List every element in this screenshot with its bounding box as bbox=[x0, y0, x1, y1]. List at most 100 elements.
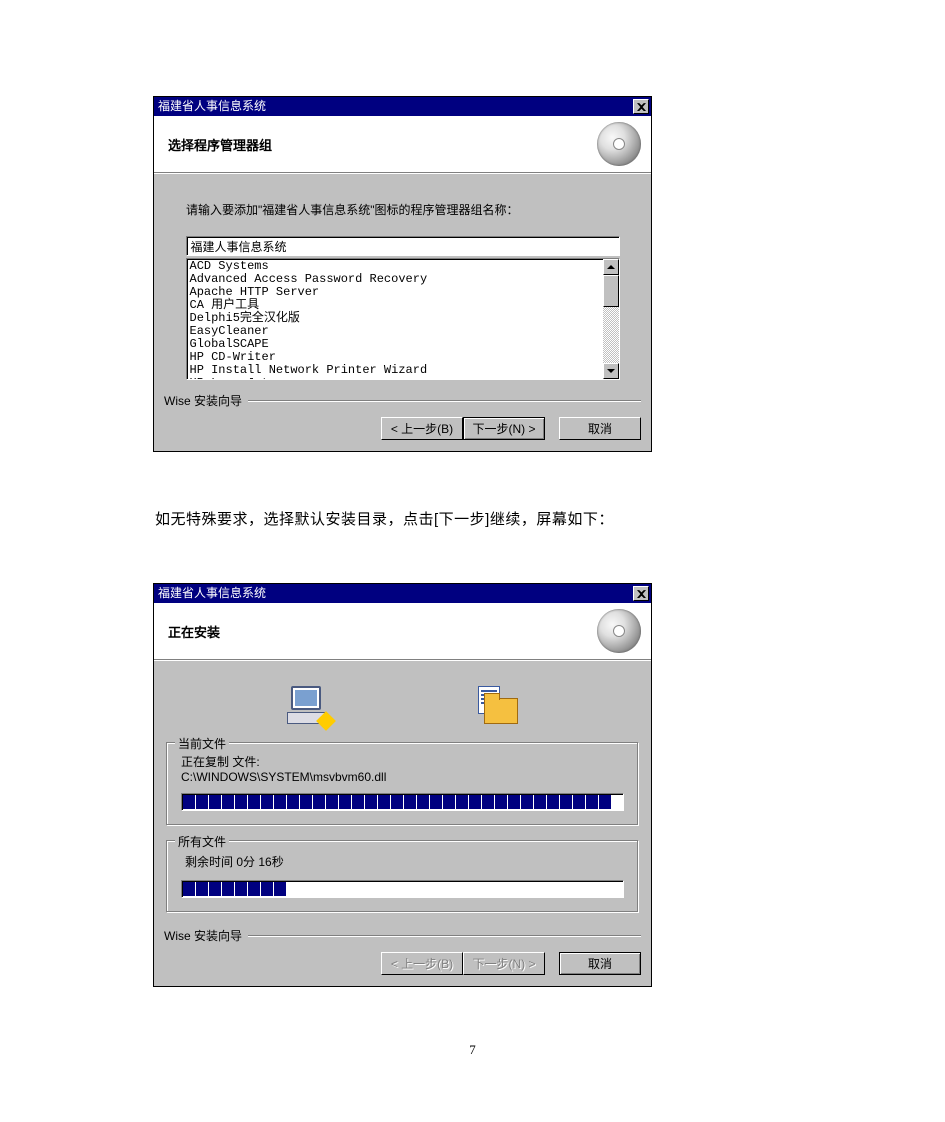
disc-icon bbox=[597, 609, 641, 653]
progress-segment bbox=[287, 795, 299, 809]
progress-segment bbox=[547, 795, 559, 809]
copying-text: 正在复制 文件: C:\WINDOWS\SYSTEM\msvbvm60.dll bbox=[181, 755, 624, 785]
wizard-label: Wise 安装向导 bbox=[164, 927, 242, 944]
progress-segment bbox=[196, 795, 208, 809]
list-item[interactable]: HP LaserJet bbox=[190, 377, 600, 379]
cancel-button[interactable]: 取消 bbox=[559, 417, 641, 440]
progress-segment bbox=[378, 795, 390, 809]
input-value: 福建人事信息系统 bbox=[191, 238, 287, 255]
progress-segment bbox=[339, 795, 351, 809]
progress-segment bbox=[391, 795, 403, 809]
divider bbox=[248, 400, 641, 402]
next-button[interactable]: 下一步(N) > bbox=[463, 417, 545, 440]
window-title: 福建省人事信息系统 bbox=[158, 97, 266, 116]
wizard-label: Wise 安装向导 bbox=[164, 392, 242, 409]
all-files-group: 所有文件 剩余时间 0分 16秒 bbox=[166, 840, 639, 913]
progress-segment bbox=[404, 795, 416, 809]
close-button[interactable] bbox=[633, 586, 649, 601]
progress-segment bbox=[365, 795, 377, 809]
wizard-legend: Wise 安装向导 bbox=[154, 392, 651, 409]
close-button[interactable] bbox=[633, 99, 649, 114]
remaining-time: 剩余时间 0分 16秒 bbox=[185, 853, 624, 870]
scrollbar[interactable] bbox=[603, 259, 619, 379]
progress-segment bbox=[300, 795, 312, 809]
copying-path: C:\WINDOWS\SYSTEM\msvbvm60.dll bbox=[181, 770, 386, 784]
progress-segment bbox=[495, 795, 507, 809]
progress-segment bbox=[209, 882, 221, 896]
dialog-installing: 福建省人事信息系统 正在安装 当前文件 正在复制 文件: C:\WINDOWS\… bbox=[153, 583, 652, 987]
progress-segment bbox=[586, 795, 598, 809]
instruction-text: 请输入要添加"福建省人事信息系统"图标的程序管理器组名称： bbox=[186, 201, 623, 218]
cancel-button[interactable]: 取消 bbox=[559, 952, 641, 975]
progress-segment bbox=[521, 795, 533, 809]
progress-segment bbox=[456, 795, 468, 809]
dialog-body: 请输入要添加"福建省人事信息系统"图标的程序管理器组名称： 福建人事信息系统 A… bbox=[154, 173, 651, 380]
narrative-text: 如无特殊要求，选择默认安装目录，点击[下一步]继续，屏幕如下： bbox=[155, 508, 793, 529]
progress-segment bbox=[443, 795, 455, 809]
group-name-input[interactable]: 福建人事信息系统 bbox=[186, 236, 620, 256]
progress-segment bbox=[326, 795, 338, 809]
progress-segment bbox=[534, 795, 546, 809]
computer-icon bbox=[285, 686, 331, 728]
progress-segment bbox=[235, 882, 247, 896]
folder-icon bbox=[474, 686, 520, 728]
close-icon bbox=[637, 590, 646, 598]
progress-segment bbox=[209, 795, 221, 809]
progress-segment bbox=[352, 795, 364, 809]
titlebar: 福建省人事信息系统 bbox=[154, 584, 651, 603]
current-file-progress bbox=[181, 793, 624, 811]
dialog-heading: 选择程序管理器组 bbox=[168, 135, 272, 154]
scroll-thumb[interactable] bbox=[603, 275, 619, 307]
scroll-down-button[interactable] bbox=[603, 363, 619, 379]
dialog-heading: 正在安装 bbox=[168, 622, 220, 641]
titlebar: 福建省人事信息系统 bbox=[154, 97, 651, 116]
current-file-group: 当前文件 正在复制 文件: C:\WINDOWS\SYSTEM\msvbvm60… bbox=[166, 742, 639, 826]
progress-segment bbox=[196, 882, 208, 896]
progress-segment bbox=[469, 795, 481, 809]
scroll-up-button[interactable] bbox=[603, 259, 619, 275]
divider bbox=[248, 935, 641, 937]
button-row: < 上一步(B) 下一步(N) > 取消 bbox=[154, 409, 651, 451]
copying-label: 正在复制 文件: bbox=[181, 755, 260, 769]
progress-segment bbox=[222, 795, 234, 809]
next-button: 下一步(N) > bbox=[463, 952, 545, 975]
progress-segment bbox=[274, 882, 286, 896]
back-button: < 上一步(B) bbox=[381, 952, 463, 975]
group-legend: 所有文件 bbox=[175, 833, 229, 850]
header-strip: 选择程序管理器组 bbox=[154, 116, 651, 173]
wizard-legend: Wise 安装向导 bbox=[154, 927, 651, 944]
list-items: ACD SystemsAdvanced Access Password Reco… bbox=[187, 259, 603, 379]
progress-segment bbox=[430, 795, 442, 809]
progress-segment bbox=[183, 882, 195, 896]
progress-segment bbox=[599, 795, 611, 809]
progress-segment bbox=[274, 795, 286, 809]
dialog-program-group: 福建省人事信息系统 选择程序管理器组 请输入要添加"福建省人事信息系统"图标的程… bbox=[153, 96, 652, 452]
progress-segment bbox=[573, 795, 585, 809]
back-button[interactable]: < 上一步(B) bbox=[381, 417, 463, 440]
close-icon bbox=[637, 103, 646, 111]
overall-progress bbox=[181, 880, 624, 898]
scroll-track[interactable] bbox=[603, 275, 619, 363]
progress-segment bbox=[482, 795, 494, 809]
install-graphic bbox=[154, 660, 651, 742]
progress-segment bbox=[261, 882, 273, 896]
existing-groups-listbox[interactable]: ACD SystemsAdvanced Access Password Reco… bbox=[186, 258, 620, 380]
progress-segment bbox=[235, 795, 247, 809]
progress-segment bbox=[183, 795, 195, 809]
progress-segment bbox=[508, 795, 520, 809]
progress-segment bbox=[248, 882, 260, 896]
window-title: 福建省人事信息系统 bbox=[158, 584, 266, 603]
page-number: 7 bbox=[0, 1042, 945, 1058]
progress-segment bbox=[417, 795, 429, 809]
progress-segment bbox=[261, 795, 273, 809]
progress-segment bbox=[560, 795, 572, 809]
arrow-up-icon bbox=[607, 265, 615, 269]
progress-segment bbox=[222, 882, 234, 896]
arrow-down-icon bbox=[607, 369, 615, 373]
progress-segment bbox=[248, 795, 260, 809]
button-row: < 上一步(B) 下一步(N) > 取消 bbox=[154, 944, 651, 986]
header-strip: 正在安装 bbox=[154, 603, 651, 660]
progress-segment bbox=[313, 795, 325, 809]
group-legend: 当前文件 bbox=[175, 735, 229, 752]
disc-icon bbox=[597, 122, 641, 166]
